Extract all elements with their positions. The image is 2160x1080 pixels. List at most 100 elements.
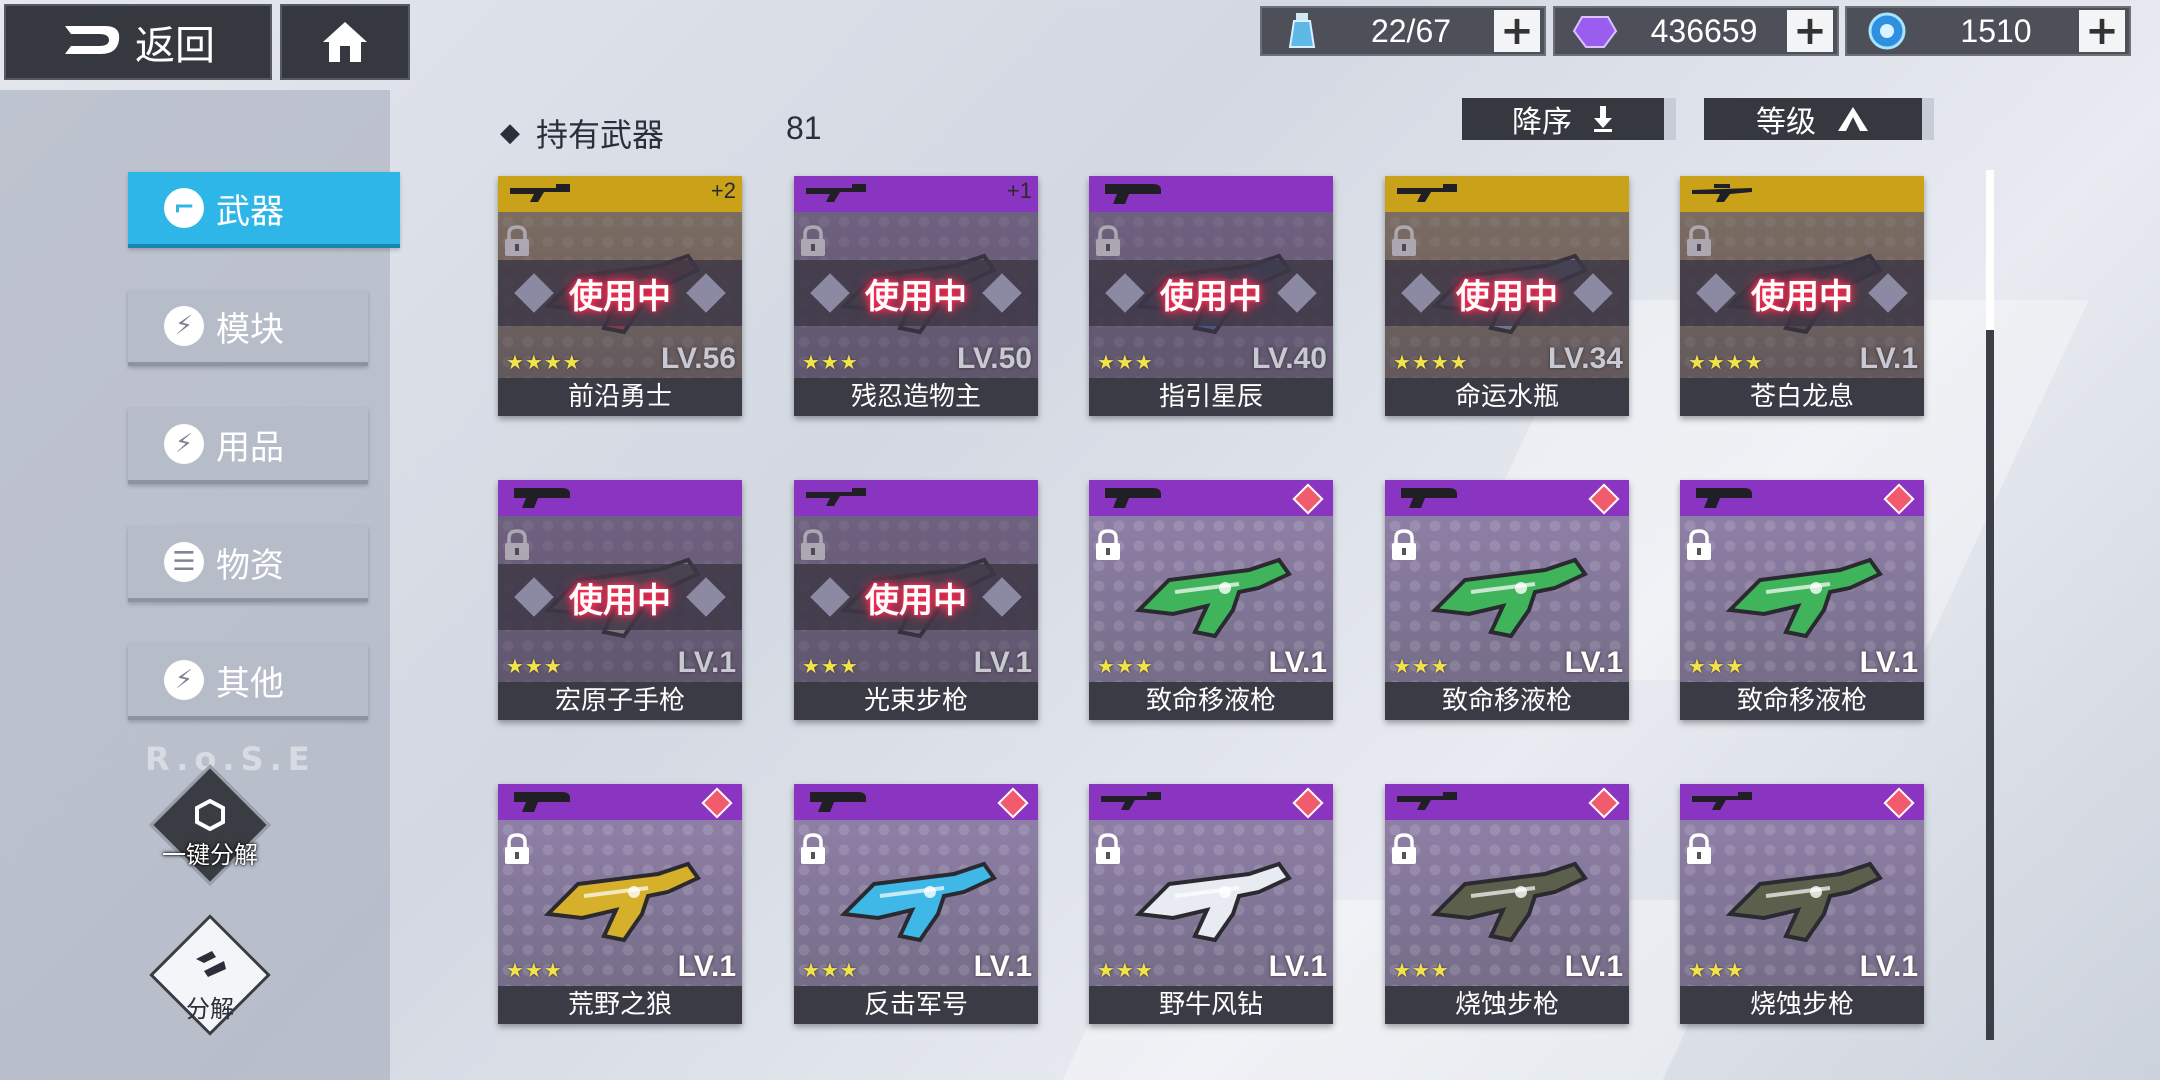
star-rating: ★★★★ <box>506 350 582 374</box>
weapon-name: 残忍造物主 <box>794 378 1038 416</box>
sort-by-button[interactable]: 等级 <box>1704 98 1934 140</box>
lightning-icon: ⚡ <box>164 660 204 700</box>
crystal-value: 436659 <box>1650 12 1758 49</box>
weapon-card[interactable]: ★★★ LV.1 致命移液枪 <box>1385 480 1629 720</box>
back-button[interactable]: 返回 <box>4 4 272 80</box>
gun-type-icon <box>1690 180 1754 206</box>
weapon-card[interactable]: 使用中 ★★★ LV.1 宏原子手枪 <box>498 480 742 720</box>
diamond-icon <box>810 273 850 313</box>
sidebar-item-items[interactable]: ⚡ 用品 <box>128 408 368 484</box>
weapon-name: 宏原子手枪 <box>498 682 742 720</box>
add-orb-button[interactable]: + <box>2079 10 2125 52</box>
weapon-level: LV.1 <box>973 950 1032 983</box>
weapon-card[interactable]: +1 使用中 ★★★ LV.50 残忍造物主 <box>794 176 1038 416</box>
lock-icon[interactable] <box>1093 528 1123 562</box>
star-rating: ★★★ <box>1393 654 1450 678</box>
weapon-image <box>839 861 998 943</box>
lightning-icon: ⚡ <box>164 306 204 346</box>
weapon-name: 命运水瓶 <box>1385 378 1629 416</box>
home-icon <box>323 22 367 62</box>
home-button[interactable] <box>280 4 410 80</box>
weapon-level: LV.1 <box>1564 950 1623 983</box>
lock-icon[interactable] <box>1684 832 1714 866</box>
dismantle-label: 分解 <box>186 994 234 1023</box>
in-use-label: 使用中 <box>1456 276 1558 317</box>
sidebar-item-weapons[interactable]: ⌐ 武器 <box>128 172 400 248</box>
weapon-image <box>1725 557 1884 639</box>
sort-order-button[interactable]: 降序 <box>1462 98 1676 140</box>
weapon-level: LV.1 <box>1859 950 1918 983</box>
add-crystal-button[interactable]: + <box>1787 10 1833 52</box>
weapon-name: 烧蚀步枪 <box>1680 986 1924 1024</box>
in-use-banner: 使用中 <box>794 260 1038 326</box>
quick-dismantle-button[interactable]: 一键分解 <box>149 764 271 886</box>
weapon-card[interactable]: ★★★ LV.1 野牛风钻 <box>1089 784 1333 1024</box>
dismantle-icon <box>196 951 226 977</box>
add-stamina-button[interactable]: + <box>1494 10 1540 52</box>
lock-icon[interactable] <box>1093 832 1123 866</box>
weapon-level: LV.50 <box>956 342 1032 375</box>
scrollbar-thumb[interactable] <box>1986 170 1994 330</box>
in-use-banner: 使用中 <box>1089 260 1333 326</box>
lock-icon[interactable] <box>1389 528 1419 562</box>
lock-icon[interactable] <box>502 832 532 866</box>
gun-type-icon <box>804 788 868 814</box>
sidebar-item-label: 模块 <box>216 309 284 350</box>
weapon-card[interactable]: 使用中 ★★★★ LV.1 苍白龙息 <box>1680 176 1924 416</box>
diamond-icon <box>514 273 554 313</box>
lock-icon[interactable] <box>798 832 828 866</box>
gun-type-icon <box>1395 788 1459 814</box>
weapon-card[interactable]: 使用中 ★★★ LV.40 指引星辰 <box>1089 176 1333 416</box>
gun-type-icon <box>1099 180 1163 206</box>
sidebar-item-modules[interactable]: ⚡ 模块 <box>128 290 368 366</box>
sidebar-item-other[interactable]: ⚡ 其他 <box>128 644 368 720</box>
weapon-card[interactable]: 使用中 ★★★★ LV.34 命运水瓶 <box>1385 176 1629 416</box>
weapon-name: 致命移液枪 <box>1680 682 1924 720</box>
weapon-card[interactable]: ★★★ LV.1 荒野之狼 <box>498 784 742 1024</box>
sidebar-item-supplies[interactable]: ☰ 物资 <box>128 526 368 602</box>
stamina-resource: 22/67 + <box>1260 6 1546 56</box>
potion-icon <box>1276 9 1328 53</box>
weapon-name: 烧蚀步枪 <box>1385 986 1629 1024</box>
diamond-icon <box>810 577 850 617</box>
gun-type-icon <box>804 484 868 510</box>
in-use-banner: 使用中 <box>498 564 742 630</box>
sidebar-item-label: 武器 <box>216 191 284 232</box>
weapon-card[interactable]: ★★★ LV.1 烧蚀步枪 <box>1385 784 1629 1024</box>
lightning-icon: ⚡ <box>164 424 204 464</box>
weapon-level: LV.1 <box>677 646 736 679</box>
weapon-card[interactable]: ★★★ LV.1 致命移液枪 <box>1089 480 1333 720</box>
in-use-label: 使用中 <box>865 580 967 621</box>
weapon-card[interactable]: ★★★ LV.1 反击军号 <box>794 784 1038 1024</box>
weapon-card[interactable]: 使用中 ★★★ LV.1 光束步枪 <box>794 480 1038 720</box>
weapon-image <box>543 861 702 943</box>
lock-icon[interactable] <box>1389 832 1419 866</box>
star-rating: ★★★ <box>802 654 859 678</box>
weapon-name: 野牛风钻 <box>1089 986 1333 1024</box>
weapon-card[interactable]: ★★★ LV.1 致命移液枪 <box>1680 480 1924 720</box>
diamond-icon <box>514 577 554 617</box>
owned-weapons-heading: ◆ 持有武器 <box>500 110 664 156</box>
dismantle-button[interactable]: 分解 <box>149 914 271 1036</box>
gun-type-icon <box>508 180 572 206</box>
weapon-level: LV.1 <box>1859 646 1918 679</box>
blue-orb-icon <box>1861 9 1913 53</box>
star-rating: ★★★ <box>506 654 563 678</box>
in-use-label: 使用中 <box>865 276 967 317</box>
diamond-icon <box>1696 273 1736 313</box>
weapon-card[interactable]: +2 使用中 ★★★★ LV.56 前沿勇士 <box>498 176 742 416</box>
star-rating: ★★★ <box>802 958 859 982</box>
purple-crystal-icon <box>1569 9 1621 53</box>
lock-icon[interactable] <box>1684 528 1714 562</box>
weapon-name: 致命移液枪 <box>1385 682 1629 720</box>
in-use-label: 使用中 <box>1160 276 1262 317</box>
diamond-icon <box>1401 273 1441 313</box>
weapon-name: 致命移液枪 <box>1089 682 1333 720</box>
weapon-category-icon: ⌐ <box>164 188 204 228</box>
diamond-icon <box>982 577 1022 617</box>
diamond-icon <box>982 273 1022 313</box>
in-use-label: 使用中 <box>569 276 671 317</box>
level-sort-icon <box>1838 107 1868 131</box>
weapon-card[interactable]: ★★★ LV.1 烧蚀步枪 <box>1680 784 1924 1024</box>
star-rating: ★★★ <box>1688 958 1745 982</box>
